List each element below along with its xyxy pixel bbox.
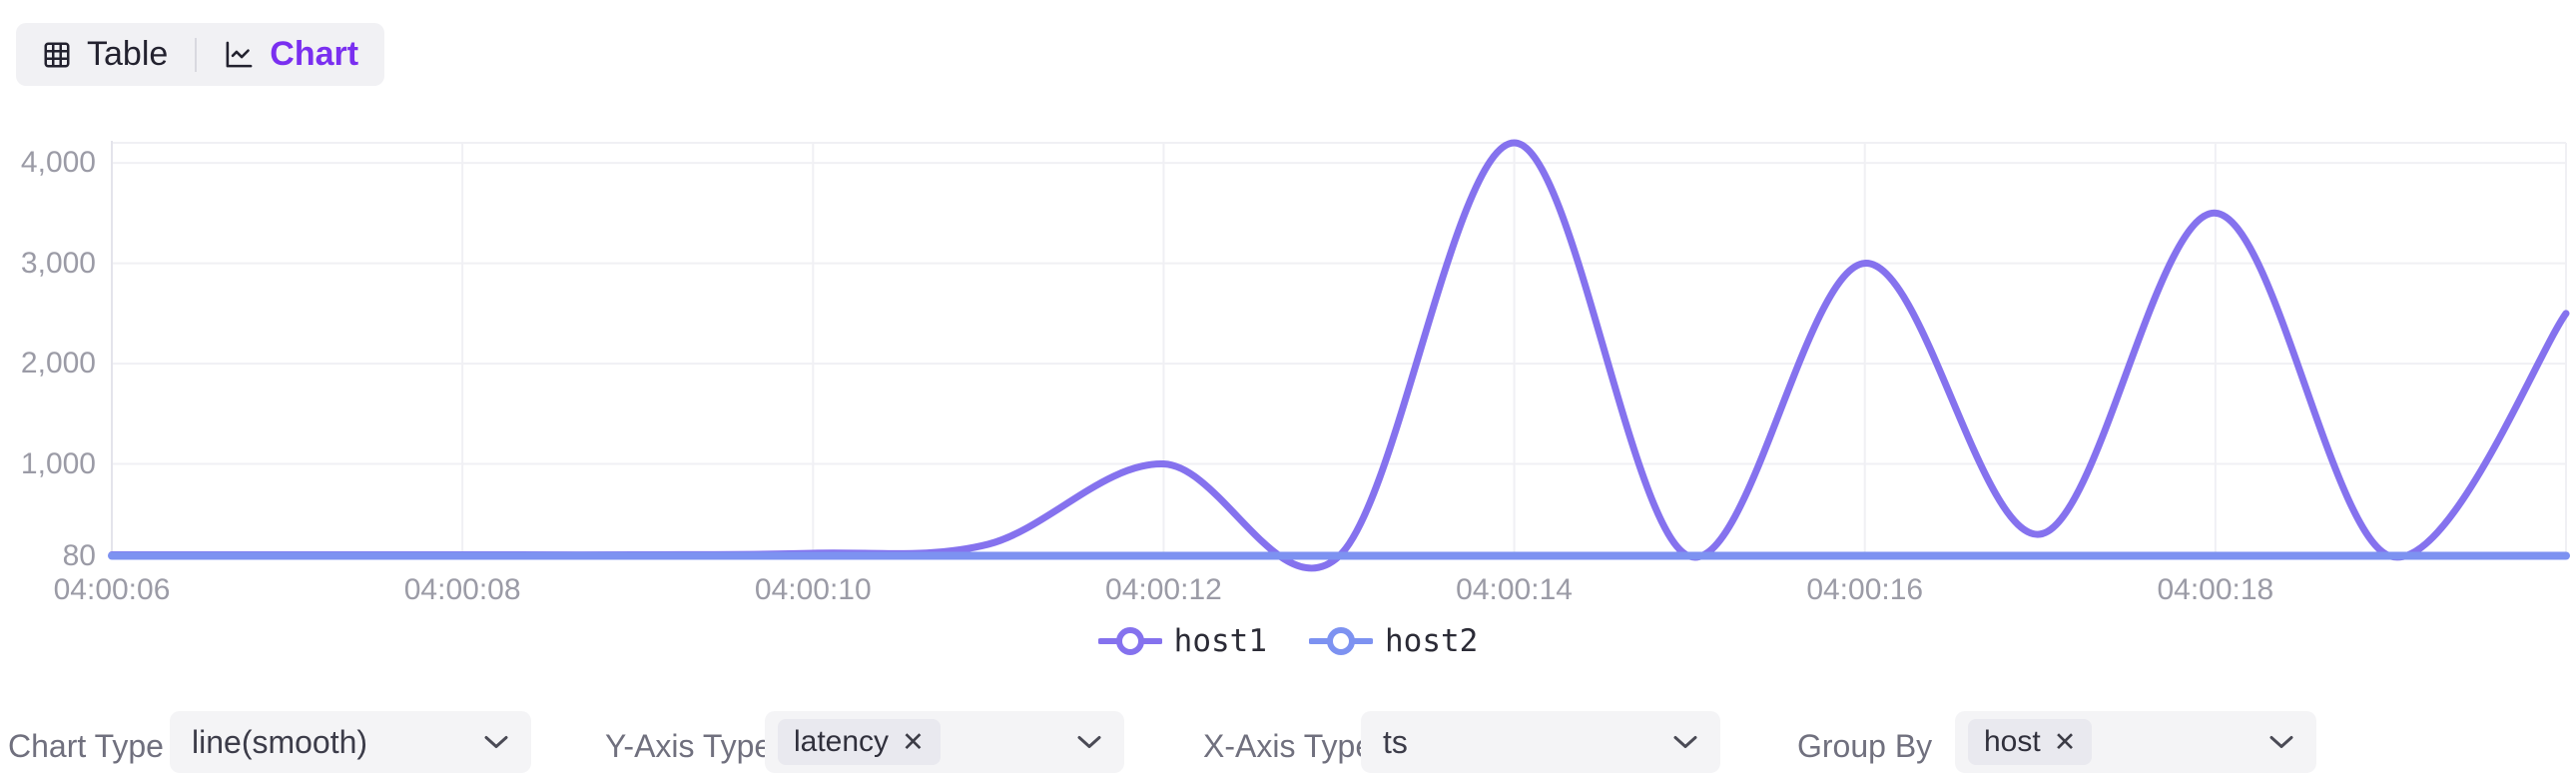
x-tick-label: 04:00:08 (372, 573, 552, 607)
x-axis-type-label: X-Axis Type (1203, 727, 1373, 765)
x-tick-label: 04:00:12 (1073, 573, 1253, 607)
y-axis-chip-latency: latency ✕ (778, 719, 941, 765)
y-axis-types-select[interactable]: latency ✕ (765, 711, 1124, 773)
x-tick-label: 04:00:14 (1425, 573, 1605, 607)
x-axis-type-select[interactable]: ts (1361, 711, 1720, 773)
x-tick-label: 04:00:18 (2126, 573, 2305, 607)
chevron-down-icon (1672, 735, 1698, 750)
x-tick-label: 04:00:10 (723, 573, 903, 607)
group-by-label: Group By (1797, 727, 1932, 765)
chart-type-select[interactable]: line(smooth) (170, 711, 531, 773)
chart-area[interactable]: 80 1,000 2,000 3,000 4,000 04:00:06 04:00:08 0… (0, 0, 2576, 659)
line-chart-plot[interactable] (0, 0, 2576, 659)
chart-legend: host1 host2 (0, 623, 2576, 659)
legend-label: host1 (1174, 623, 1267, 659)
y-tick-label: 3,000 (0, 247, 96, 281)
y-axis-chip-text: latency (794, 725, 889, 759)
chevron-down-icon (2268, 735, 2294, 750)
chevron-down-icon (483, 735, 509, 750)
legend-line-marker-icon (1098, 625, 1162, 657)
legend-item-host1[interactable]: host1 (1098, 623, 1267, 659)
y-tick-label: 2,000 (0, 347, 96, 381)
group-by-select[interactable]: host ✕ (1955, 711, 2316, 773)
legend-item-host2[interactable]: host2 (1309, 623, 1478, 659)
chevron-down-icon (1076, 735, 1102, 750)
group-by-chip-text: host (1984, 725, 2041, 759)
chart-type-value: line(smooth) (192, 724, 367, 761)
legend-line-marker-icon (1309, 625, 1373, 657)
y-axis-types-label: Y-Axis Types (605, 727, 788, 765)
chart-type-label: Chart Type (8, 727, 164, 765)
series-line-host1[interactable] (112, 143, 2566, 568)
x-axis-type-value: ts (1383, 724, 1408, 761)
remove-host-icon[interactable]: ✕ (2054, 729, 2077, 756)
remove-latency-icon[interactable]: ✕ (902, 729, 925, 756)
x-tick-label: 04:00:16 (1775, 573, 1955, 607)
group-by-chip-host: host ✕ (1968, 719, 2092, 765)
legend-label: host2 (1385, 623, 1478, 659)
y-tick-label: 1,000 (0, 447, 96, 481)
y-tick-label: 80 (0, 539, 96, 573)
y-tick-label: 4,000 (0, 146, 96, 180)
x-tick-label: 04:00:06 (22, 573, 202, 607)
